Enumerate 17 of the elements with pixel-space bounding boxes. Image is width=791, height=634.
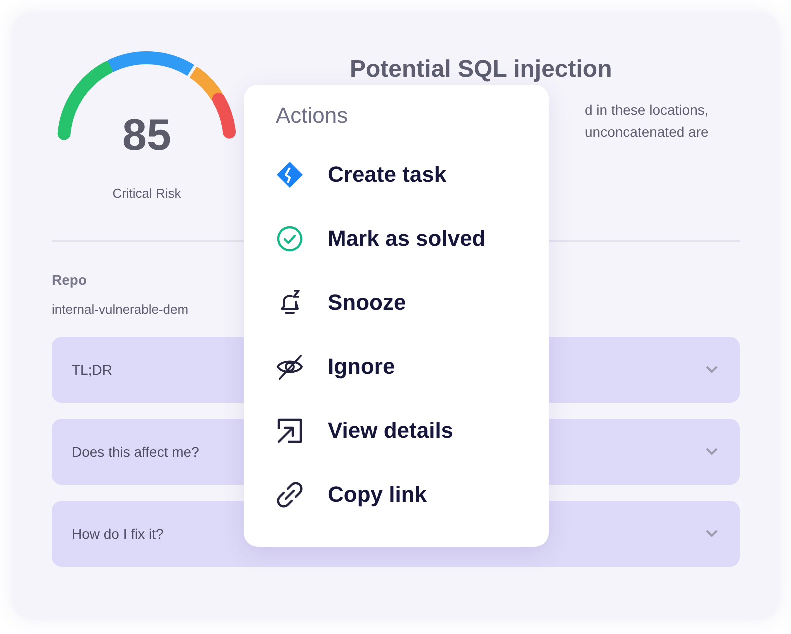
- risk-score: 85: [122, 111, 172, 161]
- menu-item-label: Create task: [328, 162, 447, 188]
- section-title: Does this affect me?: [72, 444, 200, 460]
- risk-label: Critical Risk: [112, 186, 182, 201]
- menu-title: Actions: [276, 103, 350, 129]
- menu-item-label: Snooze: [328, 290, 406, 316]
- repo-name: internal-vulnerable-dem: [52, 302, 189, 317]
- section-title: TL;DR: [72, 362, 112, 378]
- section-title: How do I fix it?: [72, 526, 164, 542]
- issue-title: Potential SQL injection: [350, 56, 614, 84]
- menu-item-label: Mark as solved: [328, 226, 486, 252]
- description-text: unconcatenated are: [585, 124, 709, 140]
- description-text: d in these locations,: [585, 102, 709, 118]
- menu-item-label: Ignore: [328, 354, 396, 380]
- menu-item-label: View details: [328, 418, 454, 444]
- menu-item-label: Copy link: [328, 482, 428, 508]
- repo-label: Repo: [52, 272, 88, 288]
